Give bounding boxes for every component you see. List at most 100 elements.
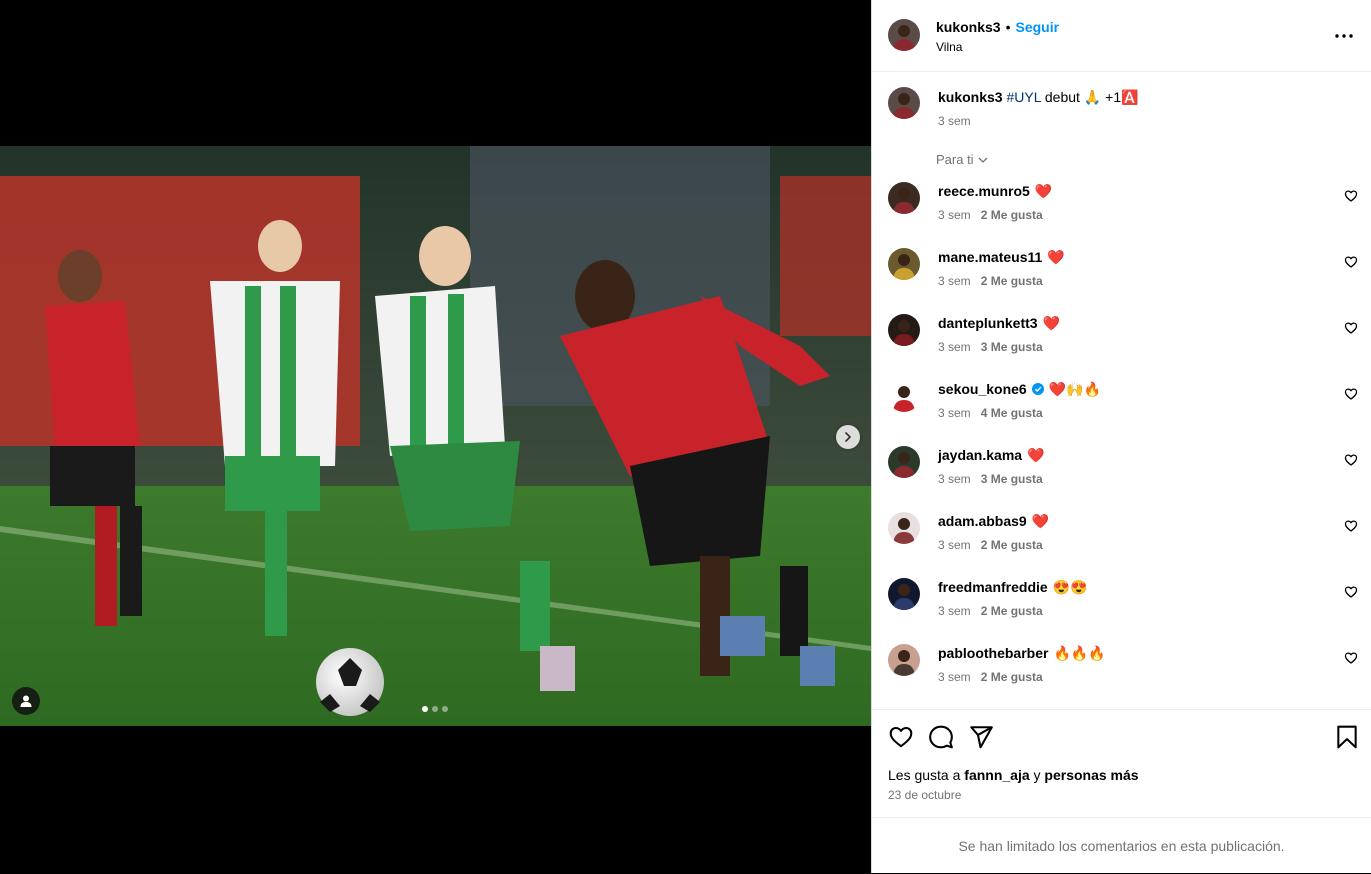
comment-meta: 3 sem 2 Me gusta [938, 208, 1043, 222]
comment-timestamp[interactable]: 3 sem [938, 340, 971, 354]
heart-icon[interactable] [1344, 255, 1358, 269]
post-author-line: kukonks3 • Seguir [936, 19, 1059, 35]
comment-item: mane.mateus11 ❤️ 3 sem 2 Me gusta [872, 248, 1371, 314]
comment-line: adam.abbas9 ❤️ [938, 513, 1049, 529]
comment-likes[interactable]: 4 Me gusta [981, 406, 1043, 420]
caption-username[interactable]: kukonks3 [938, 89, 1003, 105]
post-media [0, 0, 871, 873]
commenter-username[interactable]: adam.abbas9 [938, 513, 1027, 529]
comment-meta: 3 sem 4 Me gusta [938, 406, 1043, 420]
comment-likes[interactable]: 3 Me gusta [981, 472, 1043, 486]
likes-prefix: Les gusta a [888, 767, 961, 783]
comment-meta: 3 sem 2 Me gusta [938, 670, 1043, 684]
heart-icon[interactable] [1344, 585, 1358, 599]
comments-limited-notice: Se han limitado los comentarios en esta … [872, 817, 1371, 874]
comment-timestamp[interactable]: 3 sem [938, 538, 971, 552]
comment-likes[interactable]: 2 Me gusta [981, 670, 1043, 684]
author-username[interactable]: kukonks3 [936, 19, 1001, 35]
likes-summary: Les gusta a fannn_aja y personas más [888, 767, 1139, 783]
comment-timestamp[interactable]: 3 sem [938, 604, 971, 618]
carousel-dot [442, 706, 448, 712]
user-tag-icon [20, 695, 32, 707]
comment-timestamp[interactable]: 3 sem [938, 406, 971, 420]
comment-timestamp[interactable]: 3 sem [938, 472, 971, 486]
commenter-avatar[interactable] [888, 512, 920, 544]
post-date[interactable]: 23 de octubre [888, 788, 961, 802]
comment-text: 🔥🔥🔥 [1053, 645, 1106, 661]
send-icon[interactable] [968, 724, 994, 750]
comment-text: ❤️ [1034, 183, 1053, 199]
comment-likes[interactable]: 3 Me gusta [981, 340, 1043, 354]
comment-likes[interactable]: 2 Me gusta [981, 208, 1043, 222]
commenter-avatar[interactable] [888, 446, 920, 478]
comment-likes[interactable]: 2 Me gusta [981, 538, 1043, 552]
comment-meta: 3 sem 2 Me gusta [938, 538, 1043, 552]
comment-meta: 3 sem 2 Me gusta [938, 604, 1043, 618]
comment-line: freedmanfreddie 😍😍 [938, 579, 1088, 595]
comment-line: jaydan.kama ❤️ [938, 447, 1045, 463]
comment-text: ❤️🙌🔥 [1048, 381, 1102, 397]
comment-line: sekou_kone6 ❤️🙌🔥 [938, 381, 1101, 397]
more-icon [1335, 34, 1353, 38]
commenter-username[interactable]: freedmanfreddie [938, 579, 1048, 595]
post-header: kukonks3 • Seguir Vilna [872, 0, 1371, 72]
heart-icon[interactable] [1344, 189, 1358, 203]
commenter-username[interactable]: jaydan.kama [938, 447, 1022, 463]
comments-filter-dropdown[interactable]: Para ti [936, 152, 989, 167]
comments-filter-label: Para ti [936, 152, 974, 167]
comment-line: danteplunkett3 ❤️ [938, 315, 1060, 331]
commenter-username[interactable]: pabloothebarber [938, 645, 1048, 661]
caption-suffix: +1🅰️ [1105, 89, 1139, 105]
post-actions: Les gusta a fannn_aja y personas más 23 … [872, 709, 1371, 818]
commenter-username[interactable]: danteplunkett3 [938, 315, 1038, 331]
likes-others-link[interactable]: personas más [1044, 767, 1138, 783]
commenter-avatar[interactable] [888, 248, 920, 280]
tagged-users-button[interactable] [12, 687, 40, 715]
caption-timestamp[interactable]: 3 sem [938, 114, 971, 128]
comment-timestamp[interactable]: 3 sem [938, 670, 971, 684]
heart-icon[interactable] [1344, 387, 1358, 401]
comment-line: reece.munro5 ❤️ [938, 183, 1052, 199]
commenter-avatar[interactable] [888, 578, 920, 610]
post-side-panel: kukonks3 • Seguir Vilna kukonks3 #UYL debu… [871, 0, 1371, 873]
comment-line: pabloothebarber 🔥🔥🔥 [938, 645, 1106, 661]
comment-item: pabloothebarber 🔥🔥🔥 3 sem 2 Me gusta [872, 644, 1371, 710]
heart-icon[interactable] [1344, 519, 1358, 533]
liked-by-user[interactable]: fannn_aja [964, 767, 1029, 783]
bookmark-icon[interactable] [1334, 724, 1360, 750]
next-image-button[interactable] [836, 425, 860, 449]
commenter-username[interactable]: reece.munro5 [938, 183, 1030, 199]
separator-dot: • [1005, 19, 1011, 35]
comment-likes[interactable]: 2 Me gusta [981, 604, 1043, 618]
author-avatar[interactable] [888, 19, 920, 51]
carousel-dot [432, 706, 438, 712]
heart-icon[interactable] [888, 724, 914, 750]
caption-avatar[interactable] [888, 87, 920, 119]
post-photo[interactable] [0, 146, 871, 726]
comment-meta: 3 sem 3 Me gusta [938, 472, 1043, 486]
commenter-username[interactable]: sekou_kone6 [938, 381, 1027, 397]
commenter-avatar[interactable] [888, 182, 920, 214]
commenter-avatar[interactable] [888, 380, 920, 412]
heart-icon[interactable] [1344, 453, 1358, 467]
comment-timestamp[interactable]: 3 sem [938, 274, 971, 288]
follow-button[interactable]: Seguir [1016, 19, 1060, 35]
comment-meta: 3 sem 2 Me gusta [938, 274, 1043, 288]
commenter-avatar[interactable] [888, 314, 920, 346]
caption-hashtag[interactable]: #UYL [1006, 89, 1041, 105]
heart-icon[interactable] [1344, 321, 1358, 335]
comment-timestamp[interactable]: 3 sem [938, 208, 971, 222]
post-location[interactable]: Vilna [936, 40, 962, 54]
comment-item: freedmanfreddie 😍😍 3 sem 2 Me gusta [872, 578, 1371, 644]
more-options-button[interactable] [1332, 26, 1356, 46]
commenter-username[interactable]: mane.mateus11 [938, 249, 1042, 265]
heart-icon[interactable] [1344, 651, 1358, 665]
comment-text: ❤️ [1042, 315, 1061, 331]
commenter-avatar[interactable] [888, 644, 920, 676]
comment-likes[interactable]: 2 Me gusta [981, 274, 1043, 288]
caption-text: kukonks3 #UYL debut 🙏 +1🅰️ [938, 89, 1139, 106]
comment-icon[interactable] [928, 724, 954, 750]
caption-body: debut [1044, 89, 1080, 105]
likes-joiner: y [1033, 767, 1041, 783]
comment-text: ❤️ [1031, 513, 1050, 529]
